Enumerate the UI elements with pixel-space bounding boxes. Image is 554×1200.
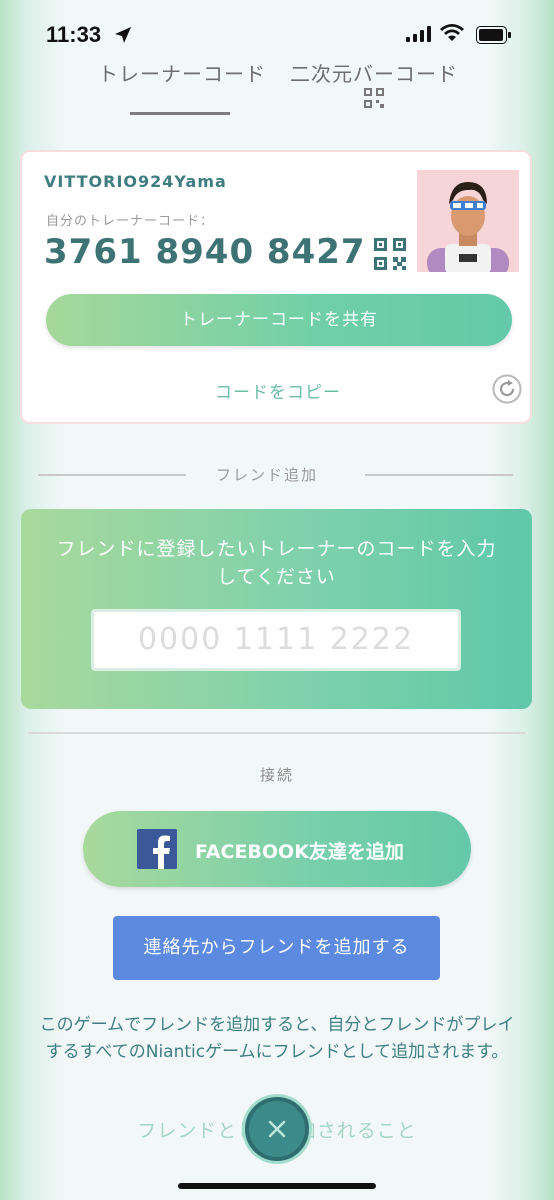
close-button[interactable]: [245, 1097, 309, 1161]
niantic-friends-info: このゲームでフレンドを追加すると、自分とフレンドがプレイするすべてのNianti…: [39, 1015, 515, 1062]
connect-divider: [28, 732, 526, 734]
add-friend-panel: フレンドに登録したいトレーナーのコードを入力してください 0000 1111 2…: [21, 509, 532, 709]
qr-code-icon[interactable]: [374, 238, 406, 270]
trainer-code-label: 自分のトレーナーコード：: [46, 214, 215, 229]
facebook-button-label: FACEBOOK友達を追加: [195, 841, 404, 863]
add-friend-section-title: フレンド追加: [216, 466, 319, 484]
divider-left: [38, 474, 186, 476]
share-trainer-code-button[interactable]: トレーナーコードを共有: [46, 294, 512, 346]
facebook-icon: [137, 829, 177, 869]
connect-section-title: 接続: [259, 766, 294, 784]
refresh-icon[interactable]: [492, 374, 522, 404]
battery-icon: [476, 26, 511, 44]
signal-icon: [406, 26, 431, 42]
wifi-icon: [440, 24, 464, 41]
divider-right: [365, 474, 513, 476]
location-arrow-icon: [115, 27, 131, 43]
trainer-profile-card: VITTORIO924Yama 自分のトレーナーコード： 3761 8940 8…: [20, 150, 532, 424]
tab-qr-code[interactable]: 二次元バーコード: [290, 58, 458, 87]
qr-code-icon: [364, 88, 384, 108]
tab-trainer-code[interactable]: トレーナーコード: [98, 58, 266, 87]
trainer-code-value: 3761 8940 8427: [44, 232, 366, 272]
friend-code-input[interactable]: 0000 1111 2222: [91, 609, 461, 671]
copy-code-link[interactable]: コードをコピー: [22, 378, 534, 403]
add-friend-prompt: フレンドに登録したいトレーナーのコードを入力してください: [56, 538, 497, 588]
add-facebook-friends-button[interactable]: FACEBOOK友達を追加: [83, 811, 471, 887]
active-tab-indicator: [130, 112, 230, 115]
status-time: 11:33: [46, 22, 102, 47]
avatar: [417, 170, 519, 272]
status-bar: 11:33: [0, 0, 554, 60]
tab-bar: トレーナーコード 二次元バーコード: [0, 56, 554, 120]
trainer-username: VITTORIO924Yama: [44, 172, 227, 191]
home-indicator: [178, 1183, 376, 1189]
add-from-contacts-button[interactable]: 連絡先からフレンドを追加する: [113, 916, 440, 980]
close-icon: [268, 1120, 286, 1138]
